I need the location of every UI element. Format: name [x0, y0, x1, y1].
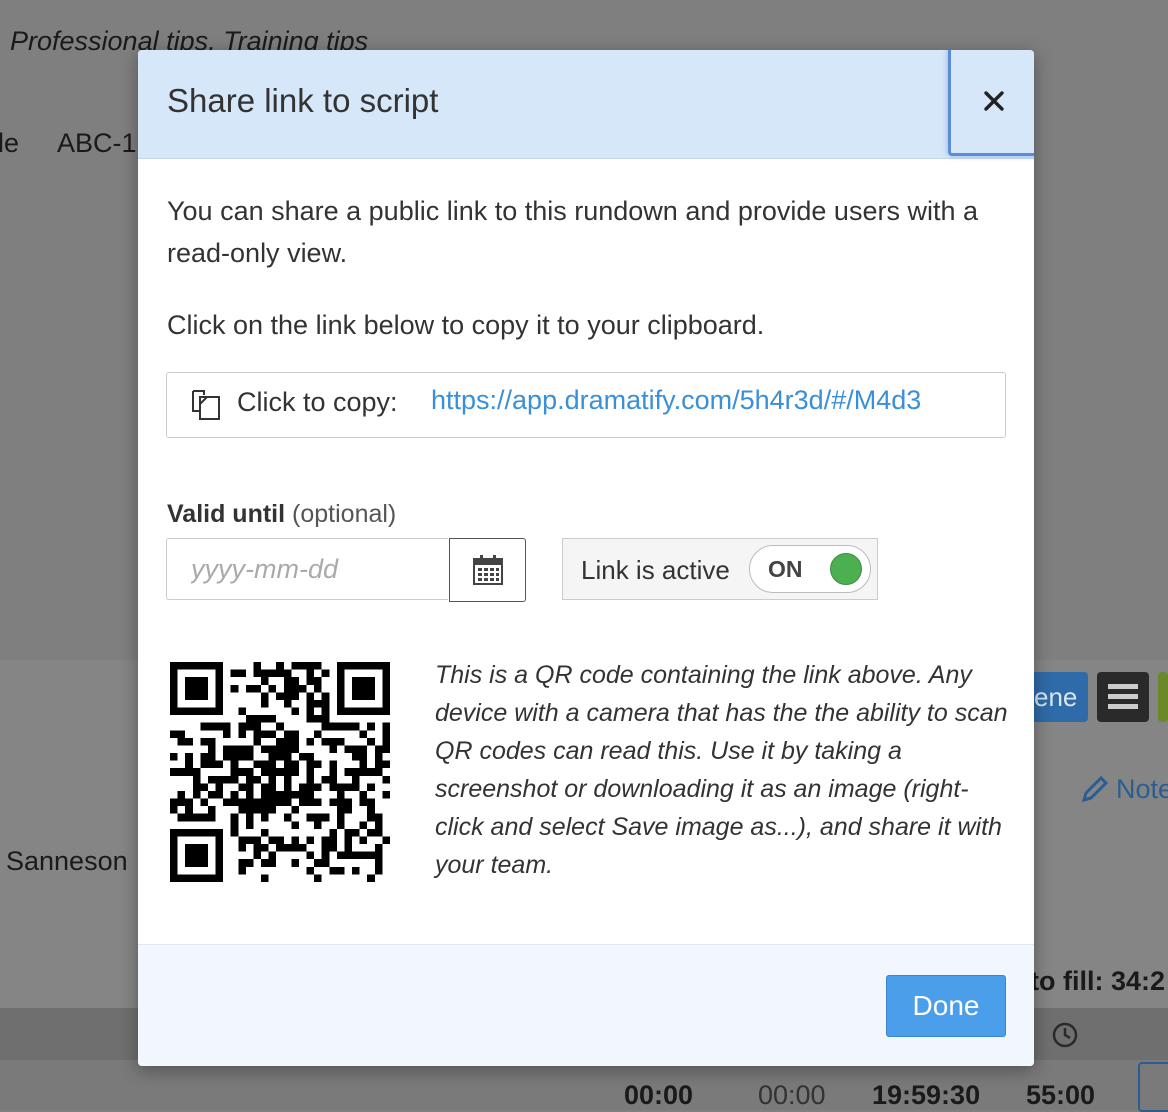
history-icon[interactable] [1050, 1020, 1080, 1050]
background-green-button[interactable] [1158, 672, 1168, 722]
valid-until-label: Valid until (optional) [167, 500, 396, 529]
background-scene-label: ene [1034, 682, 1078, 712]
background-edit-button[interactable] [1138, 1062, 1168, 1112]
background-menu-button[interactable] [1097, 672, 1149, 722]
background-time-1: 00:00 [624, 1080, 694, 1110]
valid-until-text: Valid until [167, 500, 286, 528]
menu-icon [1108, 684, 1138, 709]
modal-title: Share link to script [167, 82, 439, 119]
copy-label: Click to copy: [237, 387, 398, 417]
background-note-link[interactable]: Note [1116, 774, 1168, 805]
intro-text: You can share a public link to this rund… [167, 196, 978, 268]
copy-instruction-text: Click on the link below to copy it to yo… [167, 310, 765, 340]
background-name: Sanneson [6, 846, 128, 876]
link-active-control: Link is active ON [562, 538, 878, 600]
modal-footer: Done [138, 944, 1034, 1066]
copy-icon [192, 390, 220, 420]
background-time-2: 00:00 [758, 1080, 826, 1110]
close-icon [984, 91, 1004, 111]
pencil-icon [1081, 775, 1109, 803]
done-button[interactable]: Done [886, 975, 1006, 1037]
link-active-toggle[interactable]: ON [749, 545, 871, 593]
qr-description: This is a QR code containing the link ab… [435, 661, 1008, 879]
toggle-state-label: ON [768, 556, 803, 582]
modal-header: Share link to script [138, 50, 1034, 159]
copy-link-box[interactable]: Click to copy: https://app.dramatify.com… [166, 372, 1006, 438]
share-link-modal: Share link to script You can share a pub… [138, 50, 1034, 1066]
calendar-icon [472, 555, 503, 585]
background-to-fill: to fill: 34:2 [1030, 966, 1166, 996]
calendar-button[interactable] [449, 538, 526, 602]
toggle-knob [830, 553, 862, 585]
share-link[interactable]: https://app.dramatify.com/5h4r3d/#/M4d3 [431, 385, 921, 416]
valid-until-optional: (optional) [292, 500, 397, 528]
background-code-prefix: le [0, 128, 20, 158]
valid-until-date-input[interactable] [166, 538, 448, 600]
background-footer [0, 1060, 1168, 1110]
close-button[interactable] [948, 50, 1034, 156]
link-active-label: Link is active [581, 555, 730, 585]
qr-code-image[interactable] [170, 662, 390, 882]
background-time-4: 55:00 [1026, 1080, 1096, 1110]
background-time-3: 19:59:30 [872, 1080, 981, 1110]
background-code: ABC-1 [57, 128, 137, 158]
